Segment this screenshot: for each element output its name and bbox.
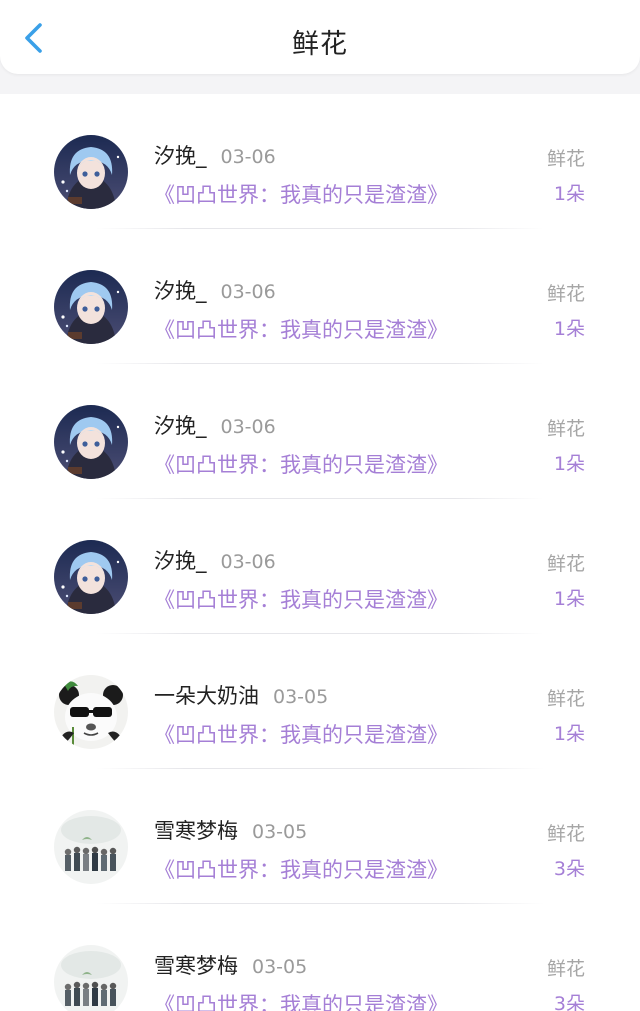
send-date: 03-06 [220, 146, 276, 168]
anime-girl-avatar-icon [54, 405, 128, 479]
avatar[interactable] [54, 675, 128, 749]
gift-count: 3朵 [553, 858, 585, 880]
gift-type: 鲜花 [546, 688, 585, 710]
send-date: 03-05 [252, 821, 308, 843]
gift-count: 1朵 [553, 318, 585, 340]
gift-type: 鲜花 [546, 418, 585, 440]
gift-count: 3朵 [553, 993, 585, 1011]
name-line: 汐挽_ 03-06 [154, 545, 276, 575]
user-name[interactable]: 一朵大奶油 [154, 684, 259, 708]
user-name[interactable]: 汐挽_ [154, 549, 207, 573]
gift-type: 鲜花 [546, 148, 585, 170]
gift-type: 鲜花 [546, 553, 585, 575]
list-item[interactable]: 雪寒梦梅 03-05 《凹凸世界：我真的只是渣渣》 鲜花 3朵 [0, 769, 640, 904]
user-name[interactable]: 汐挽_ [154, 414, 207, 438]
anime-girl-avatar-icon [54, 540, 128, 614]
name-line: 汐挽_ 03-06 [154, 275, 276, 305]
name-line: 雪寒梦梅 03-05 [154, 950, 307, 980]
avatar[interactable] [54, 540, 128, 614]
avatar[interactable] [54, 405, 128, 479]
send-date: 03-06 [220, 281, 276, 303]
gift-count: 1朵 [553, 183, 585, 205]
list-item[interactable]: 汐挽_ 03-06 《凹凸世界：我真的只是渣渣》 鲜花 1朵 [0, 229, 640, 364]
user-name[interactable]: 汐挽_ [154, 144, 207, 168]
send-date: 03-06 [220, 416, 276, 438]
gift-type: 鲜花 [546, 958, 585, 980]
avatar[interactable] [54, 270, 128, 344]
group-photo-avatar-icon [54, 945, 128, 1011]
panda-meme-avatar-icon [54, 675, 128, 749]
send-date: 03-06 [220, 551, 276, 573]
book-title[interactable]: 《凹凸世界：我真的只是渣渣》 [154, 989, 448, 1011]
book-title[interactable]: 《凹凸世界：我真的只是渣渣》 [154, 854, 448, 884]
avatar[interactable] [54, 945, 128, 1011]
page-title: 鲜花 [292, 29, 348, 60]
list-item[interactable]: 汐挽_ 03-06 《凹凸世界：我真的只是渣渣》 鲜花 1朵 [0, 94, 640, 229]
send-date: 03-05 [252, 956, 308, 978]
user-name[interactable]: 雪寒梦梅 [154, 954, 238, 978]
top-bar: 鲜花 [0, 0, 640, 74]
gift-count: 1朵 [553, 588, 585, 610]
avatar[interactable] [54, 135, 128, 209]
group-photo-avatar-icon [54, 810, 128, 884]
list-item[interactable]: 汐挽_ 03-06 《凹凸世界：我真的只是渣渣》 鲜花 1朵 [0, 364, 640, 499]
name-line: 汐挽_ 03-06 [154, 140, 276, 170]
anime-girl-avatar-icon [54, 270, 128, 344]
list-item[interactable]: 雪寒梦梅 03-05 《凹凸世界：我真的只是渣渣》 鲜花 3朵 [0, 904, 640, 1011]
gift-count: 1朵 [553, 723, 585, 745]
anime-girl-avatar-icon [54, 135, 128, 209]
book-title[interactable]: 《凹凸世界：我真的只是渣渣》 [154, 584, 448, 614]
name-line: 汐挽_ 03-06 [154, 410, 276, 440]
flower-record-list[interactable]: 汐挽_ 03-06 《凹凸世界：我真的只是渣渣》 鲜花 1朵 汐挽_ 03-06… [0, 94, 640, 1011]
list-item[interactable]: 一朵大奶油 03-05 《凹凸世界：我真的只是渣渣》 鲜花 1朵 [0, 634, 640, 769]
user-name[interactable]: 雪寒梦梅 [154, 819, 238, 843]
user-name[interactable]: 汐挽_ [154, 279, 207, 303]
name-line: 雪寒梦梅 03-05 [154, 815, 307, 845]
book-title[interactable]: 《凹凸世界：我真的只是渣渣》 [154, 449, 448, 479]
list-item[interactable]: 汐挽_ 03-06 《凹凸世界：我真的只是渣渣》 鲜花 1朵 [0, 499, 640, 634]
send-date: 03-05 [273, 686, 329, 708]
book-title[interactable]: 《凹凸世界：我真的只是渣渣》 [154, 179, 448, 209]
name-line: 一朵大奶油 03-05 [154, 680, 328, 710]
gift-count: 1朵 [553, 453, 585, 475]
book-title[interactable]: 《凹凸世界：我真的只是渣渣》 [154, 314, 448, 344]
gift-type: 鲜花 [546, 823, 585, 845]
gift-type: 鲜花 [546, 283, 585, 305]
avatar[interactable] [54, 810, 128, 884]
book-title[interactable]: 《凹凸世界：我真的只是渣渣》 [154, 719, 448, 749]
